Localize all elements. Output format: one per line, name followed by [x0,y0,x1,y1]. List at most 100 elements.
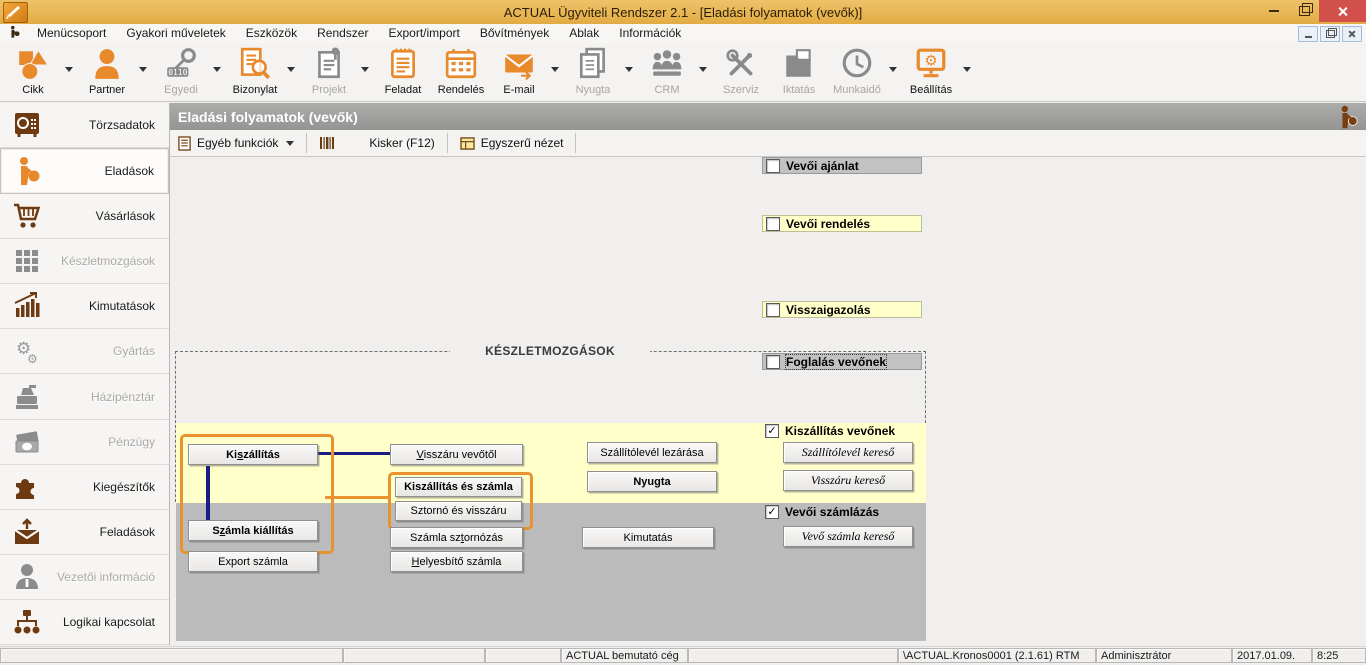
sidebar: Törzsadatok Eladások Vásárlások Készletm… [0,103,170,645]
nyugta-dropdown-icon[interactable] [625,67,633,72]
checkbox-row-foglalas-vevonek[interactable]: Foglalás vevőnek [762,353,922,370]
window-title: ACTUAL Ügyviteli Rendszer 2.1 - [Eladási… [0,5,1366,20]
status-segment-empty2 [343,648,485,663]
checkbox-row-vevoi-rendeles[interactable]: Vevői rendelés [762,215,922,232]
svg-text:⚙: ⚙ [27,352,38,366]
szallitolevel-lezarasa-button[interactable]: Szállítólevél lezárása [587,442,717,463]
beallitas-dropdown-icon[interactable] [963,67,971,72]
kiszallitas-vevonek-checkbox[interactable]: ✓ [765,424,779,438]
sztorno-es-visszaru-button[interactable]: Sztornó és visszáru [395,501,522,521]
sidebar-item-feladasok[interactable]: Feladások [0,510,169,555]
notepad-icon [386,45,420,83]
foglalas-vevonek-checkbox[interactable] [766,355,780,369]
checkbox-row-visszaigazolas[interactable]: Visszaigazolás [762,301,922,318]
barcode-icon [319,136,335,150]
cart-icon [10,201,44,231]
mdi-restore-button[interactable] [1320,26,1340,42]
mdi-close-button[interactable] [1342,26,1362,42]
egyszeru-nezet-button[interactable]: Egyszerű nézet [452,132,572,154]
toolbar-partner-button[interactable]: Partner [78,45,136,101]
nyugta-button[interactable]: Nyugta [587,471,717,492]
partner-dropdown-icon[interactable] [139,67,147,72]
sidebar-item-vasarlasok[interactable]: Vásárlások [0,194,169,239]
helyesbito-szamla-button[interactable]: Helyesbítő számla [390,551,523,572]
sidebar-item-vezetoi-informacio: Vezetői információ [0,555,169,600]
sidebar-item-torzsadatok[interactable]: Törzsadatok [0,103,169,148]
chevron-down-icon [286,141,294,146]
checkbox-row-vevoi-ajanlat[interactable]: Vevői ajánlat [762,157,922,174]
sidebar-item-gyartas: ⚙⚙ Gyártás [0,329,169,374]
vevoi-szamlazas-checkbox[interactable]: ✓ [765,505,779,519]
visszaru-vevotol-button[interactable]: Visszáru vevőtől [390,444,523,465]
menu-item-bovitmenyek[interactable]: Bővítmények [470,24,559,43]
vevoi-ajanlat-checkbox[interactable] [766,159,780,173]
sidebar-item-keszletmozgasok: Készletmozgások [0,239,169,284]
sidebar-item-kiegeszitok[interactable]: Kiegészítők [0,465,169,510]
vevoi-rendeles-checkbox[interactable] [766,217,780,231]
module-system-icon[interactable] [8,25,21,42]
restore-button[interactable] [1289,0,1319,22]
close-button[interactable] [1319,0,1366,22]
visszaru-kereso-button[interactable]: Visszáru kereső [783,470,913,491]
toolbar-email-button[interactable]: E-mail [490,45,548,101]
menu-item-rendszer[interactable]: Rendszer [307,24,378,43]
list-icon [178,136,191,151]
svg-text:⚙: ⚙ [924,52,937,70]
simple-view-icon [460,137,475,150]
document-pin-icon [312,45,346,83]
menu-item-menucsoport[interactable]: Menücsoport [27,24,116,43]
sidebar-item-kimutatasok[interactable]: Kimutatások [0,284,169,329]
email-dropdown-icon[interactable] [551,67,559,72]
calendar-icon [444,45,478,83]
kiszallitas-es-szamla-button[interactable]: Kiszállítás és számla [395,477,522,497]
menu-item-gyakori-muveletek[interactable]: Gyakori műveletek [116,24,235,43]
status-server: \ACTUAL.Kronos0001 (2.1.61) RTM [898,648,1096,663]
kiszallitas-button[interactable]: Kiszállítás [188,444,318,465]
toolbar-beallitas-button[interactable]: ⚙ Beállítás [902,45,960,101]
export-szamla-button[interactable]: Export számla [188,551,318,572]
title-bar: ACTUAL Ügyviteli Rendszer 2.1 - [Eladási… [0,0,1366,24]
menu-bar: Menücsoport Gyakori műveletek Eszközök R… [0,24,1366,44]
egyeb-funkciok-button[interactable]: Egyéb funkciók [170,132,302,154]
sidebar-item-logikai-kapcsolat[interactable]: Logikai kapcsolat [0,600,169,645]
cash-register-icon [10,382,44,412]
clock-icon [840,45,874,83]
kisker-button[interactable]: Kisker (F12) [311,132,442,154]
status-segment-empty3 [485,648,561,663]
szamla-sztornozas-button[interactable]: Számla sztornózás [390,527,523,548]
toolbar-egyedi-button: 0110 Egyedi [152,45,210,101]
toolbar-feladat-button[interactable]: Feladat [374,45,432,101]
visszaigazolas-checkbox[interactable] [766,303,780,317]
toolbar-rendeles-button[interactable]: Rendelés [432,45,490,101]
minimize-button[interactable] [1259,0,1289,22]
menu-item-eszkozok[interactable]: Eszközök [236,24,307,43]
toolbar-cikk-button[interactable]: Cikk [4,45,62,101]
crm-dropdown-icon[interactable] [699,67,707,72]
sidebar-item-eladasok[interactable]: Eladások [0,148,169,194]
checkbox-row-kiszallitas-vevonek[interactable]: ✓ Kiszállítás vevőnek [762,423,922,440]
vevo-szamla-kereso-button[interactable]: Vevő számla kereső [783,526,913,547]
munkaido-dropdown-icon[interactable] [889,67,897,72]
status-user: Adminisztrátor [1096,648,1232,663]
cikk-dropdown-icon[interactable] [65,67,73,72]
kimutatas-button[interactable]: Kimutatás [582,527,714,548]
checkbox-row-vevoi-szamlazas[interactable]: ✓ Vevői számlázás [762,504,922,521]
projekt-dropdown-icon[interactable] [361,67,369,72]
money-icon [10,427,44,457]
menu-item-informaciok[interactable]: Információk [609,24,691,43]
cikk-icon [16,45,50,83]
receipts-icon [576,45,610,83]
menu-item-ablak[interactable]: Ablak [559,24,609,43]
status-date: 2017.01.09. [1232,648,1312,663]
app-window: ACTUAL Ügyviteli Rendszer 2.1 - [Eladási… [0,0,1366,664]
toolbar-bizonylat-button[interactable]: Bizonylat [226,45,284,101]
process-flow-canvas: KÉSZLETMOZGÁSOK Vevői ajánlat Vevői rend… [170,157,1366,645]
menu-item-export-import[interactable]: Export/import [378,24,469,43]
toolbar-szerviz-button: Szerviz [712,45,770,101]
szallitolevel-kereso-button[interactable]: Szállítólevél kereső [783,442,913,463]
toolbar-iktatas-button: Iktatás [770,45,828,101]
bizonylat-dropdown-icon[interactable] [287,67,295,72]
szamla-kiallitas-button[interactable]: Számla kiállítás [188,520,318,541]
mdi-minimize-button[interactable] [1298,26,1318,42]
egyedi-dropdown-icon[interactable] [213,67,221,72]
